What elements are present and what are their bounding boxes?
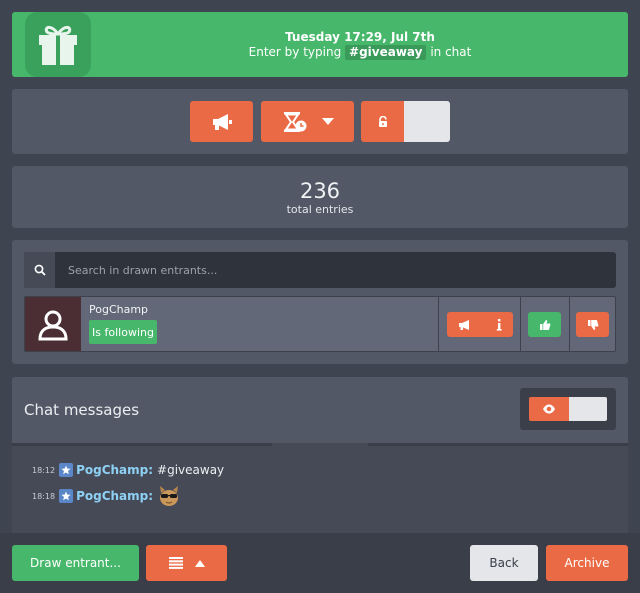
chat-message: 18:12 PogChamp: #giveaway (32, 461, 224, 479)
chat-visibility-toggle[interactable] (520, 388, 616, 430)
divider (520, 297, 521, 351)
chat-message-list: 18:12 PogChamp: #giveaway 18:18 PogChamp… (12, 443, 628, 533)
divider (569, 297, 570, 351)
info-icon[interactable] (496, 318, 502, 331)
archive-button[interactable]: Archive (546, 545, 628, 581)
entrant-name: PogChamp (89, 303, 149, 316)
thumbs-down-icon (587, 319, 598, 330)
entrant-search-bar (24, 252, 616, 288)
footer-bar: Draw entrant... Back Archive (0, 533, 640, 593)
message-timestamp: 18:12 (32, 465, 56, 475)
list-options-button[interactable] (146, 545, 227, 581)
giveaway-banner: Tuesday 17:29, Jul 7th Enter by typing #… (12, 12, 628, 77)
announce-winner-icon[interactable] (458, 319, 472, 331)
chat-title: Chat messages (24, 401, 140, 419)
giveaway-datetime: Tuesday 17:29, Jul 7th (285, 30, 435, 44)
following-badge: Is following (89, 320, 157, 344)
approve-button[interactable] (528, 312, 561, 337)
total-entries-label: total entries (286, 203, 354, 216)
chat-text: #giveaway (157, 463, 225, 477)
entry-prefix: Enter by typing (248, 45, 342, 59)
message-timestamp: 18:18 (32, 491, 56, 501)
caret-up-icon (194, 559, 205, 567)
reject-button[interactable] (576, 312, 609, 337)
star-badge-icon (59, 463, 74, 477)
chat-message: 18:18 PogChamp: (32, 486, 181, 506)
list-icon (168, 557, 183, 569)
chat-scroll-track (12, 443, 272, 446)
eye-icon (543, 404, 555, 414)
entry-instructions: Enter by typing #giveaway in chat (92, 45, 628, 60)
cat-sunglasses-emote (160, 486, 179, 506)
entrant-row: PogChamp Is following (24, 296, 616, 352)
chat-username[interactable]: PogChamp: (76, 489, 153, 503)
search-icon (24, 252, 55, 288)
user-icon (38, 310, 68, 341)
timer-dropdown-button[interactable] (261, 101, 354, 142)
thumbs-up-icon (539, 319, 550, 330)
chat-scroll-track (368, 443, 628, 446)
total-entries-count: 236 (299, 179, 341, 203)
entries-count-panel: 236 total entries (12, 166, 628, 228)
entrant-actions (447, 312, 513, 337)
draw-entrant-button[interactable]: Draw entrant... (12, 545, 139, 581)
announce-button[interactable] (190, 101, 253, 142)
chat-username[interactable]: PogChamp: (76, 463, 153, 477)
chat-panel: Chat messages 18:12 PogChamp: #giveaway … (12, 377, 628, 533)
search-input[interactable] (55, 252, 616, 288)
hourglass-clock-icon (283, 111, 306, 132)
entrants-panel: PogChamp Is following (12, 240, 628, 364)
entry-suffix: in chat (430, 45, 472, 59)
star-badge-icon (59, 489, 74, 503)
controls-panel (12, 89, 628, 154)
back-button[interactable]: Back (470, 545, 538, 581)
caret-down-icon (321, 117, 334, 125)
lock-entries-toggle[interactable] (361, 101, 450, 142)
unlock-icon (378, 115, 387, 127)
divider (438, 297, 439, 351)
megaphone-icon (212, 113, 232, 130)
avatar (25, 297, 81, 351)
giveaway-keyword: #giveaway (345, 45, 427, 60)
gift-icon (25, 12, 91, 77)
